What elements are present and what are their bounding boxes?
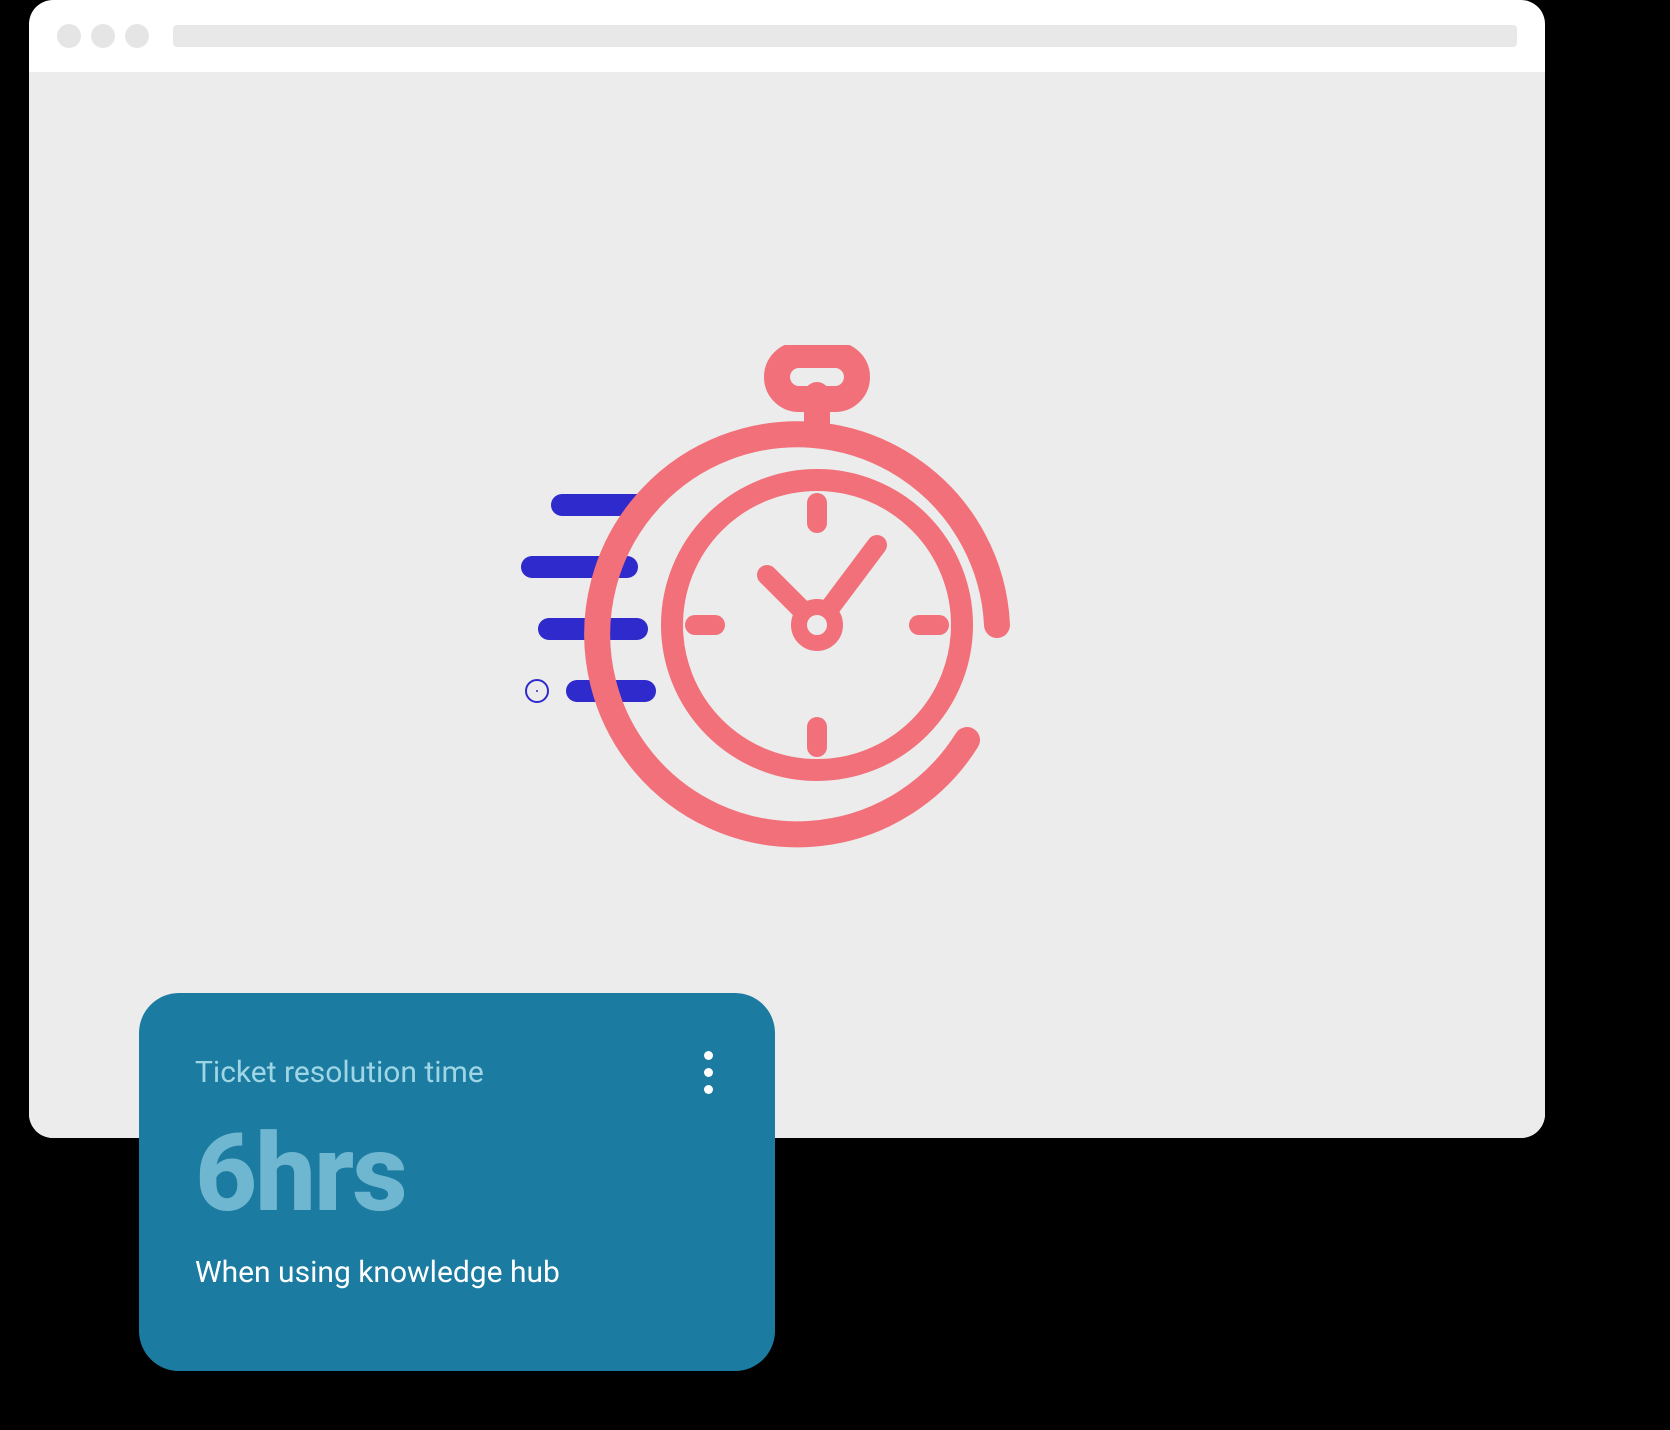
window-dot <box>91 24 115 48</box>
window-controls <box>57 24 149 48</box>
metric-card: Ticket resolution time 6hrs When using k… <box>139 993 775 1371</box>
window-dot <box>125 24 149 48</box>
stopwatch-icon <box>507 345 1067 865</box>
browser-window <box>29 0 1545 1138</box>
browser-chrome <box>29 0 1545 72</box>
card-title: Ticket resolution time <box>195 1055 484 1090</box>
stopwatch-illustration <box>507 345 1067 865</box>
window-dot <box>57 24 81 48</box>
address-bar[interactable] <box>173 25 1517 47</box>
card-value: 6hrs <box>195 1118 719 1231</box>
more-icon[interactable] <box>698 1045 719 1100</box>
browser-viewport <box>29 72 1545 1138</box>
card-header: Ticket resolution time <box>195 1045 719 1100</box>
card-subtitle: When using knowledge hub <box>195 1255 719 1290</box>
